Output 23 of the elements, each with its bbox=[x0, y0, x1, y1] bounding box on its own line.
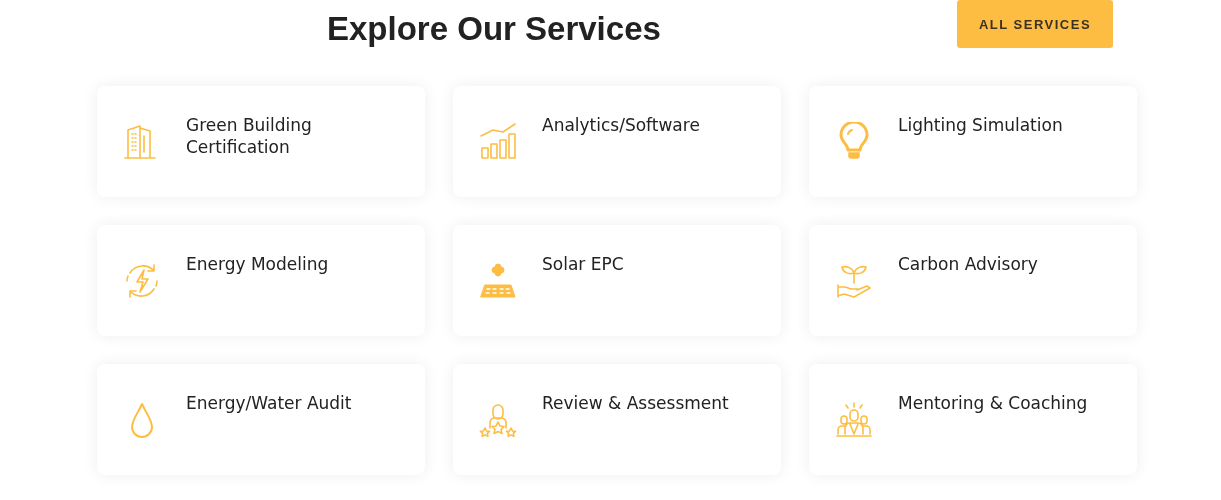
section-heading: Explore Our Services bbox=[327, 10, 661, 48]
service-title: Solar EPC bbox=[542, 253, 624, 275]
service-title: Analytics/Software bbox=[542, 114, 700, 136]
all-services-button[interactable]: ALL SERVICES bbox=[957, 0, 1113, 48]
service-title: Carbon Advisory bbox=[898, 253, 1038, 275]
service-title: Lighting Simulation bbox=[898, 114, 1063, 136]
bar-chart-icon bbox=[478, 122, 518, 162]
service-title: Energy/Water Audit bbox=[186, 392, 352, 414]
service-card[interactable]: Solar EPC bbox=[453, 225, 781, 336]
service-title: Mentoring & Coaching bbox=[898, 392, 1088, 414]
service-card[interactable]: Energy/Water Audit bbox=[97, 364, 425, 475]
service-card[interactable]: Lighting Simulation bbox=[809, 86, 1137, 197]
service-title: Energy Modeling bbox=[186, 253, 329, 275]
service-card[interactable]: Carbon Advisory bbox=[809, 225, 1137, 336]
service-card[interactable]: Mentoring & Coaching bbox=[809, 364, 1137, 475]
service-card[interactable]: Green Building Certification bbox=[97, 86, 425, 197]
people-group-icon bbox=[834, 400, 874, 440]
solar-panel-icon bbox=[478, 261, 518, 301]
service-title: Review & Assessment bbox=[542, 392, 729, 414]
service-card[interactable]: Review & Assessment bbox=[453, 364, 781, 475]
service-card[interactable]: Analytics/Software bbox=[453, 86, 781, 197]
service-title: Green Building Certification bbox=[186, 114, 313, 158]
service-card[interactable]: Energy Modeling bbox=[97, 225, 425, 336]
